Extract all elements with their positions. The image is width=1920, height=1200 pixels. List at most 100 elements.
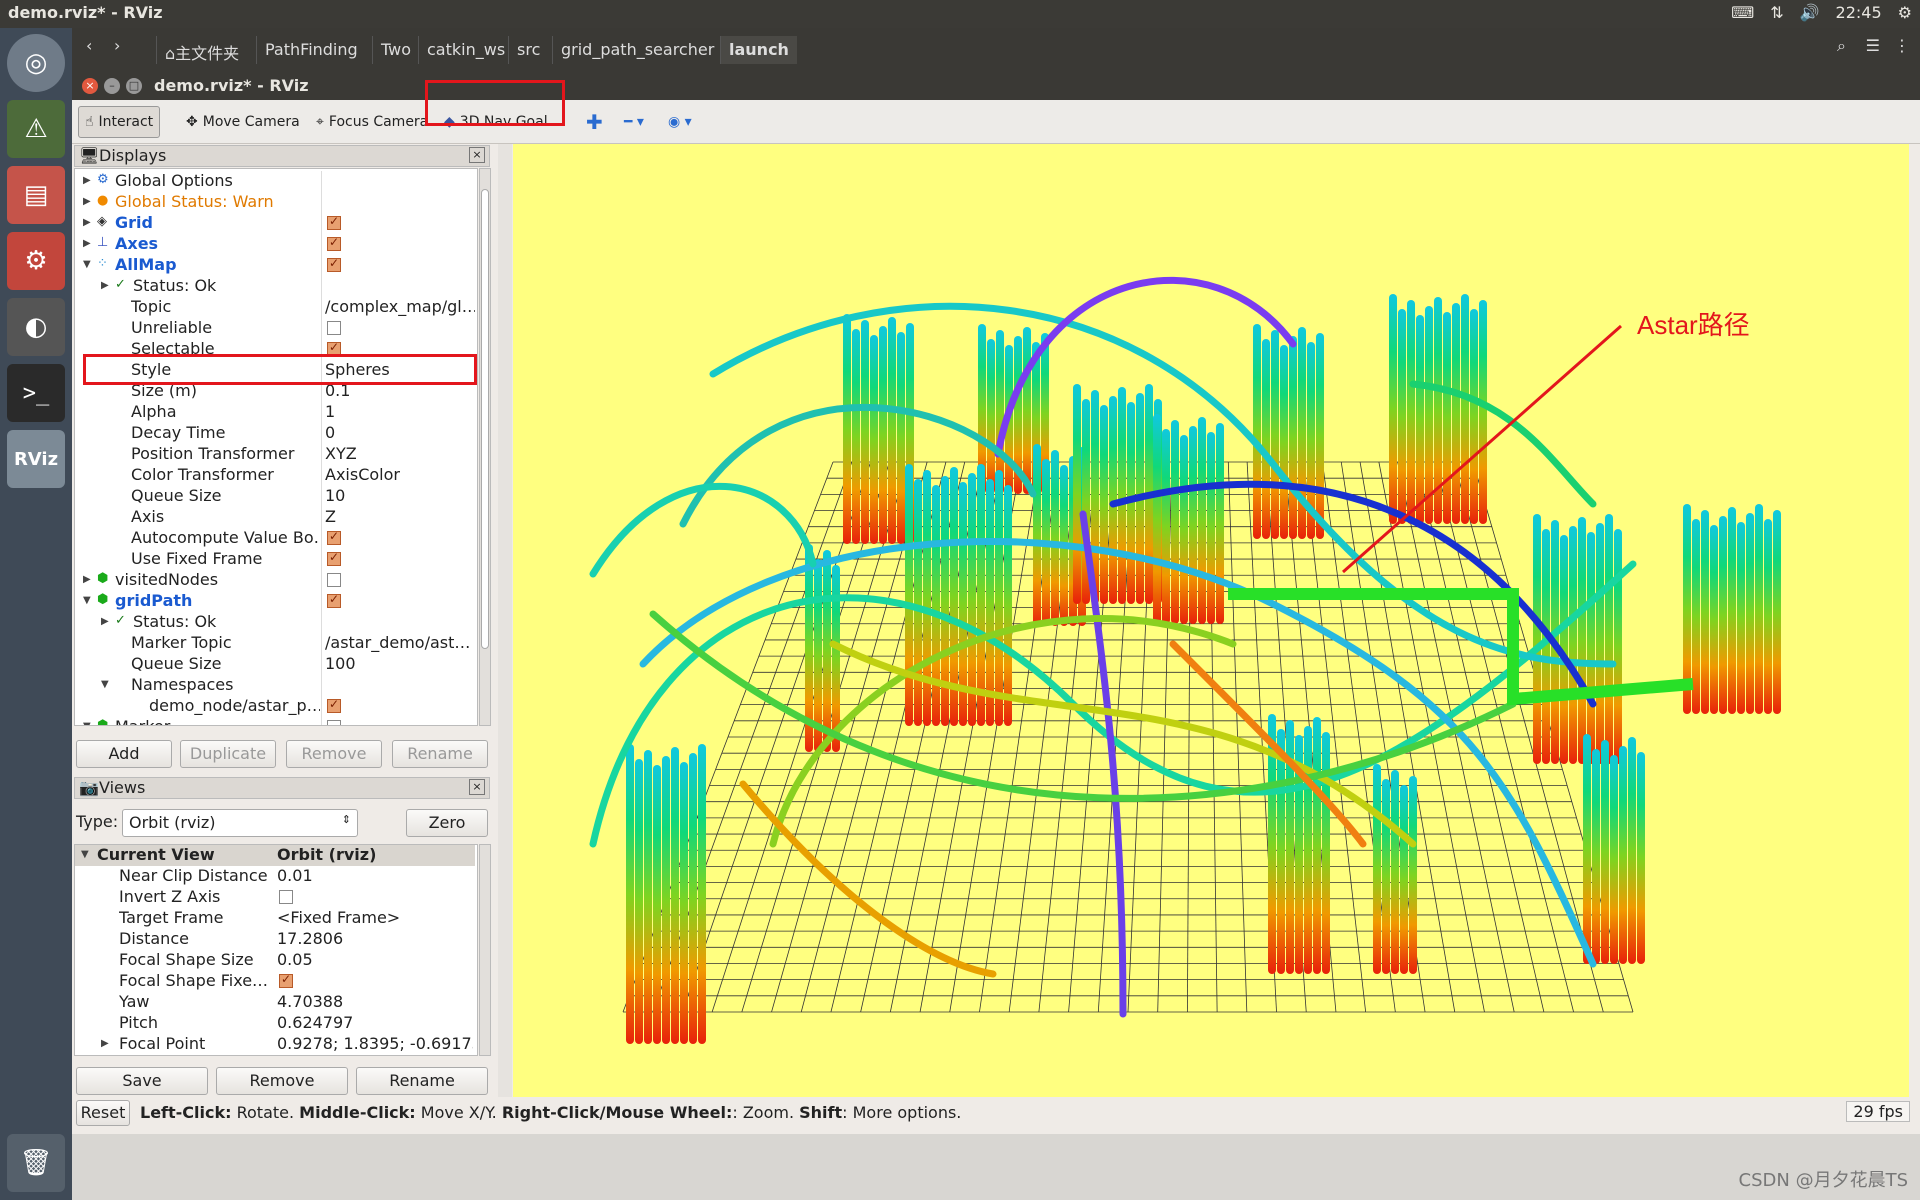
display-row[interactable]: ▶ ⚙ Global Options	[75, 171, 475, 192]
collapse-arrow-icon[interactable]: ▼	[83, 259, 91, 270]
display-row[interactable]: Marker Topic/astar_demo/ast…	[75, 633, 475, 654]
display-checkbox[interactable]	[327, 529, 341, 545]
display-row[interactable]: ▶ ✓ Status: Ok	[75, 276, 475, 297]
display-checkbox[interactable]	[327, 256, 341, 272]
crumb-grid-path-searcher[interactable]: grid_path_searcher	[552, 36, 722, 64]
close-window-icon[interactable]: ×	[82, 78, 98, 94]
crumb-launch[interactable]: launch	[720, 36, 797, 64]
rviz-launcher-icon[interactable]: RViz	[7, 430, 65, 488]
collapse-arrow-icon[interactable]: ▼	[83, 721, 91, 725]
display-row[interactable]: ▼ Namespaces	[75, 675, 475, 696]
view-property-row[interactable]: ▶ Focal Point 0.9278; 1.8395; -0.69173	[75, 1034, 475, 1055]
display-row[interactable]: Autocompute Value Bo…	[75, 528, 475, 549]
display-row-value[interactable]: 10	[325, 486, 475, 505]
duplicate-display-button[interactable]: Duplicate	[180, 740, 276, 768]
display-row[interactable]: Queue Size 10	[75, 486, 475, 507]
view-property-row[interactable]: Pitch 0.624797	[75, 1013, 475, 1034]
crumb-src[interactable]: src	[508, 36, 548, 64]
maximize-window-icon[interactable]: □	[126, 78, 142, 94]
view-property-value[interactable]: <Fixed Frame>	[277, 908, 473, 927]
close-displays-icon[interactable]: ×	[469, 147, 485, 163]
crumb-two[interactable]: Two	[372, 36, 419, 64]
display-row[interactable]: Use Fixed Frame	[75, 549, 475, 570]
interact-tool[interactable]: ☝ Interact	[78, 106, 161, 138]
display-checkbox[interactable]	[327, 592, 341, 608]
focus-camera-tool[interactable]: ⌖ Focus Camera	[310, 106, 434, 138]
keyboard-icon[interactable]: ⌨	[1731, 3, 1754, 22]
display-checkbox[interactable]	[327, 697, 341, 713]
settings-gear-icon[interactable]: ⚙	[1898, 3, 1912, 22]
display-row[interactable]: ▼ ⬢ Marker	[75, 717, 475, 725]
display-row[interactable]: Alpha 1	[75, 402, 475, 423]
view-property-row[interactable]: Distance 17.2806	[75, 929, 475, 950]
expand-arrow-icon[interactable]: ▶	[83, 175, 91, 186]
expand-arrow-icon[interactable]: ▶	[101, 616, 109, 627]
view-property-value[interactable]: 4.70388	[277, 992, 473, 1011]
collapse-arrow-icon[interactable]: ▼	[81, 849, 89, 860]
expand-arrow-icon[interactable]: ▶	[101, 280, 109, 291]
render-viewport[interactable]: Astar路径	[513, 144, 1909, 1097]
move-camera-tool[interactable]: ✥ Move Camera	[180, 106, 306, 138]
display-row[interactable]: ▶ ⊥ Axes	[75, 234, 475, 255]
minimize-window-icon[interactable]: –	[104, 78, 120, 94]
forward-icon[interactable]: ›	[114, 36, 120, 55]
display-checkbox[interactable]	[327, 573, 341, 587]
views-tree[interactable]: ▼ Current View Orbit (rviz) Near Clip Di…	[74, 844, 478, 1056]
trash-icon[interactable]: 🗑	[7, 1134, 65, 1192]
display-row[interactable]: Topic/complex_map/gl…	[75, 297, 475, 318]
eye-tool-icon[interactable]: ◉ ▾	[662, 106, 698, 138]
expand-arrow-icon[interactable]: ▶	[101, 1038, 109, 1049]
views-scrollbar[interactable]	[479, 844, 491, 1056]
expand-arrow-icon[interactable]: ▶	[83, 574, 91, 585]
view-checkbox[interactable]	[279, 972, 293, 988]
network-icon[interactable]: ⇅	[1770, 3, 1783, 22]
zero-view-button[interactable]: Zero	[406, 809, 488, 837]
view-property-row[interactable]: Focal Shape Size 0.05	[75, 950, 475, 971]
expand-arrow-icon[interactable]: ▶	[83, 196, 91, 207]
view-checkbox[interactable]	[279, 890, 293, 904]
display-row-value[interactable]: AxisColor	[325, 465, 475, 484]
view-property-row[interactable]: Focal Shape Fixe…	[75, 971, 475, 992]
add-display-button[interactable]: Add	[76, 740, 172, 768]
view-property-value[interactable]: 0.01	[277, 866, 473, 885]
view-property-value[interactable]: 0.624797	[277, 1013, 473, 1032]
volume-icon[interactable]: 🔊	[1800, 3, 1820, 22]
view-property-row[interactable]: Target Frame <Fixed Frame>	[75, 908, 475, 929]
display-row[interactable]: ▶ ● Global Status: Warn	[75, 192, 475, 213]
display-row[interactable]: demo_node/astar_p…	[75, 696, 475, 717]
view-property-value[interactable]: 17.2806	[277, 929, 473, 948]
viewport-splitter[interactable]	[498, 144, 512, 1097]
remove-display-button[interactable]: Remove	[286, 740, 382, 768]
file-manager-icon[interactable]: ▤	[7, 166, 65, 224]
display-checkbox[interactable]	[327, 720, 341, 725]
view-property-value[interactable]: 0.9278; 1.8395; -0.69173	[277, 1034, 473, 1053]
display-row[interactable]: Decay Time 0	[75, 423, 475, 444]
add-tool-icon[interactable]: ✚	[580, 106, 609, 138]
remove-tool-icon[interactable]: ━ ▾	[618, 106, 650, 138]
display-row[interactable]: Color Transformer AxisColor	[75, 465, 475, 486]
terminal-icon[interactable]: >_	[7, 364, 65, 422]
list-view-icon[interactable]: ☰	[1866, 36, 1880, 55]
display-row[interactable]: ▶ ✓ Status: Ok	[75, 612, 475, 633]
view-type-select[interactable]: Orbit (rviz) ⇕	[122, 809, 358, 837]
gimp-icon[interactable]: ◐	[7, 298, 65, 356]
rename-view-button[interactable]: Rename	[356, 1067, 488, 1095]
view-property-value[interactable]: 0.05	[277, 950, 473, 969]
view-property-row[interactable]: Invert Z Axis	[75, 887, 475, 908]
displays-tree[interactable]: ▶ ⚙ Global Options ▶ ● Global Status: Warn ▶ ◈ G…	[74, 168, 478, 726]
crumb-pathfinding[interactable]: PathFinding	[256, 36, 366, 64]
display-row[interactable]: ▶ ⬢ visitedNodes	[75, 570, 475, 591]
collapse-arrow-icon[interactable]: ▼	[101, 679, 109, 690]
system-settings-icon[interactable]: ⚙	[7, 232, 65, 290]
display-row[interactable]: ▼ ⁘ AllMap	[75, 255, 475, 276]
save-view-button[interactable]: Save	[76, 1067, 208, 1095]
display-checkbox[interactable]	[327, 550, 341, 566]
display-row-value[interactable]: XYZ	[325, 444, 475, 463]
remove-view-button[interactable]: Remove	[216, 1067, 348, 1095]
display-row[interactable]: Axis Z	[75, 507, 475, 528]
crumb-catkin-ws[interactable]: catkin_ws	[418, 36, 513, 64]
display-row-value[interactable]: 0	[325, 423, 475, 442]
display-checkbox[interactable]	[327, 321, 341, 335]
back-icon[interactable]: ‹	[86, 36, 92, 55]
close-views-icon[interactable]: ×	[469, 779, 485, 795]
